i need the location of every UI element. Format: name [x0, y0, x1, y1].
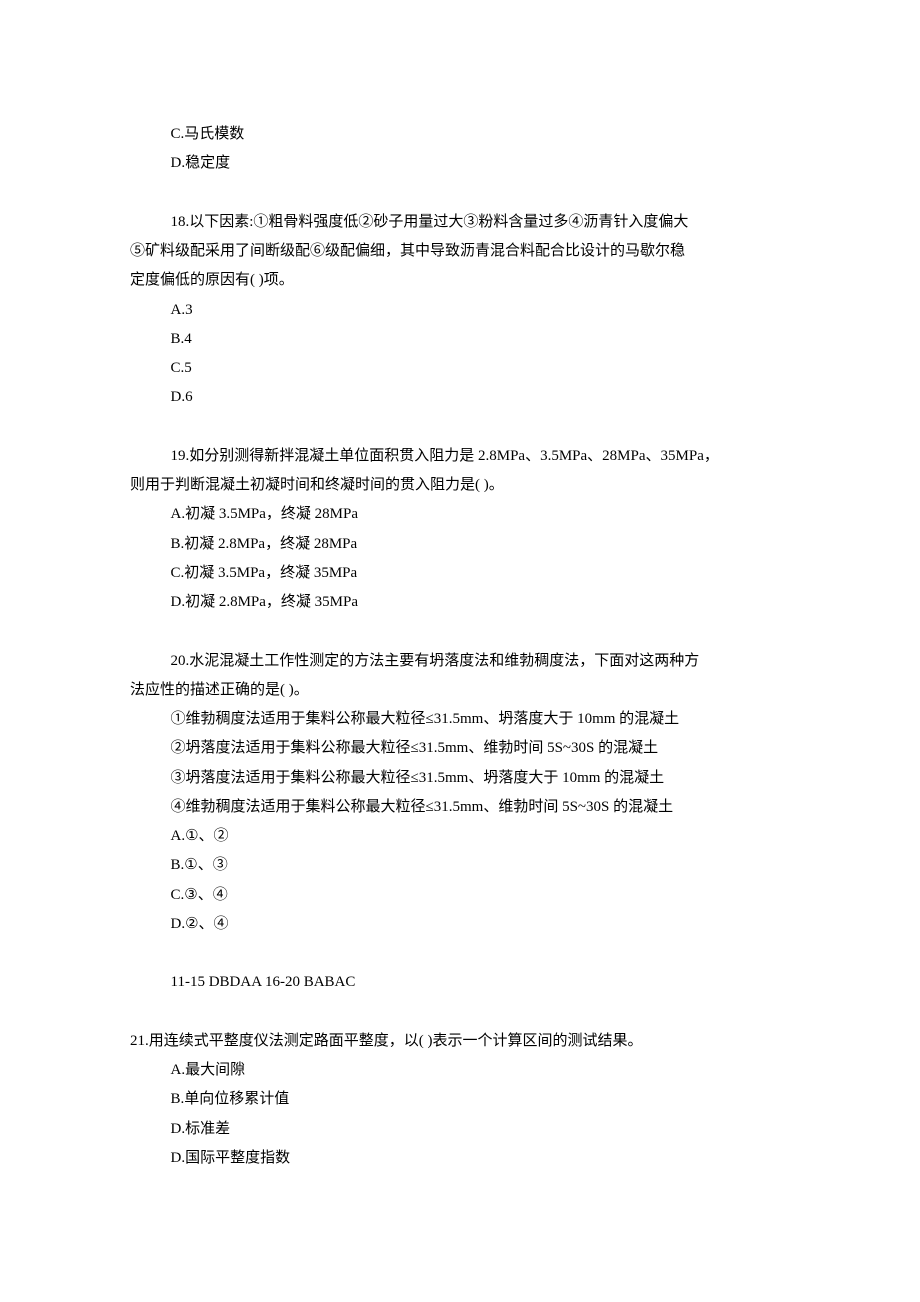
answer-key: 11-15 DBDAA 16-20 BABAC [130, 968, 790, 997]
q18-line2: ⑤矿料级配采用了间断级配⑥级配偏细，其中导致沥青混合料配合比设计的马歇尔稳 [130, 237, 790, 266]
q20-option-b: B.①、③ [130, 851, 790, 880]
q19-option-c: C.初凝 3.5MPa，终凝 35MPa [130, 559, 790, 588]
q17-option-d: D.稳定度 [130, 149, 790, 178]
q20-stmt2: ②坍落度法适用于集料公称最大粒径≤31.5mm、维勃时间 5S~30S 的混凝土 [130, 734, 790, 763]
q21-option-b: B.单向位移累计值 [130, 1085, 790, 1114]
q19-option-d: D.初凝 2.8MPa，终凝 35MPa [130, 588, 790, 617]
q18-option-c: C.5 [130, 354, 790, 383]
spacer [130, 617, 790, 646]
q19-option-b: B.初凝 2.8MPa，终凝 28MPa [130, 530, 790, 559]
q18-line1: 18.以下因素:①粗骨料强度低②砂子用量过大③粉料含量过多④沥青针入度偏大 [130, 208, 790, 237]
q17-option-c: C.马氏模数 [130, 120, 790, 149]
q21-option-c: D.标准差 [130, 1115, 790, 1144]
q20-stmt1: ①维勃稠度法适用于集料公称最大粒径≤31.5mm、坍落度大于 10mm 的混凝土 [130, 705, 790, 734]
spacer [130, 998, 790, 1027]
q18-option-a: A.3 [130, 296, 790, 325]
q20-option-c: C.③、④ [130, 881, 790, 910]
q20-option-d: D.②、④ [130, 910, 790, 939]
q18-option-b: B.4 [130, 325, 790, 354]
q20-stmt3: ③坍落度法适用于集料公称最大粒径≤31.5mm、坍落度大于 10mm 的混凝土 [130, 764, 790, 793]
spacer [130, 939, 790, 968]
q19-option-a: A.初凝 3.5MPa，终凝 28MPa [130, 500, 790, 529]
q18-option-d: D.6 [130, 383, 790, 412]
q19-line1: 19.如分别测得新拌混凝土单位面积贯入阻力是 2.8MPa、3.5MPa、28M… [130, 442, 790, 471]
q20-stmt4: ④维勃稠度法适用于集料公称最大粒径≤31.5mm、维勃时间 5S~30S 的混凝… [130, 793, 790, 822]
spacer [130, 413, 790, 442]
q20-line2: 法应性的描述正确的是( )。 [130, 676, 790, 705]
spacer [130, 179, 790, 208]
q20-line1: 20.水泥混凝土工作性测定的方法主要有坍落度法和维勃稠度法，下面对这两种方 [130, 647, 790, 676]
q18-line3: 定度偏低的原因有( )项。 [130, 266, 790, 295]
q20-option-a: A.①、② [130, 822, 790, 851]
q21-head: 21.用连续式平整度仪法测定路面平整度，以( )表示一个计算区间的测试结果。 [130, 1027, 790, 1056]
q21-option-a: A.最大间隙 [130, 1056, 790, 1085]
q19-line2: 则用于判断混凝土初凝时间和终凝时间的贯入阻力是( )。 [130, 471, 790, 500]
q21-option-d: D.国际平整度指数 [130, 1144, 790, 1173]
